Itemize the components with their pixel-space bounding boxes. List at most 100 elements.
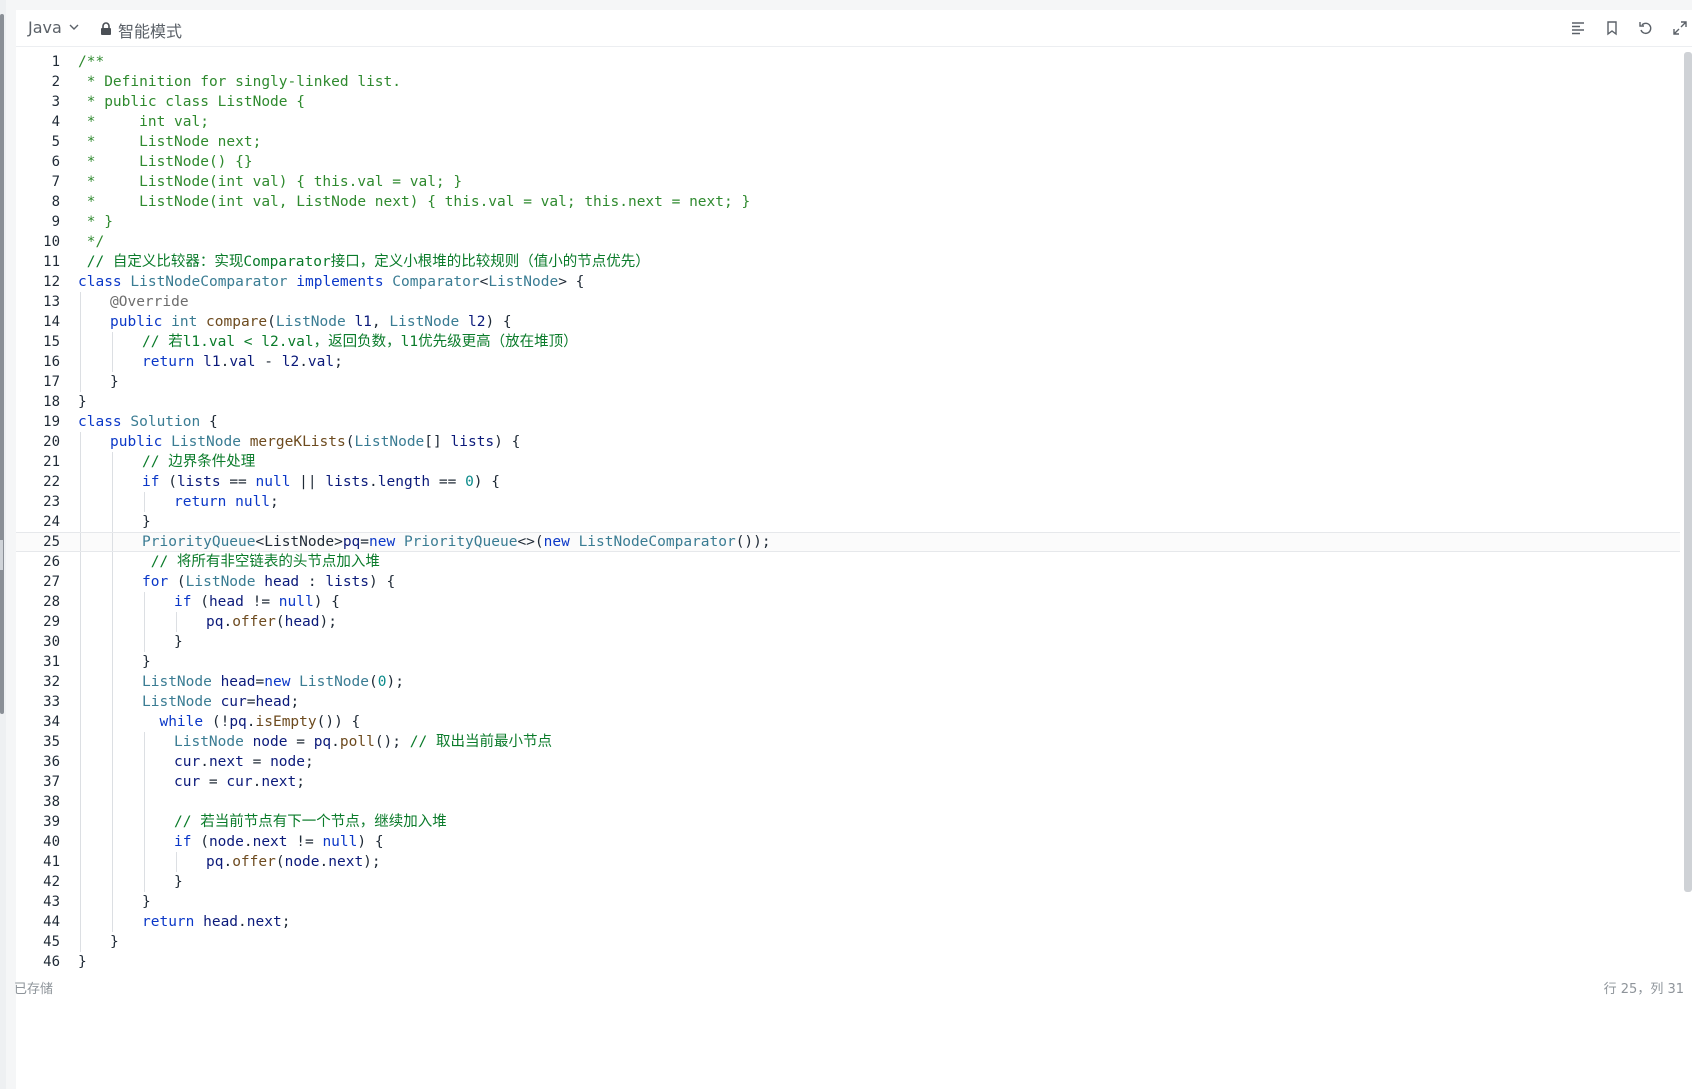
indent-guide (112, 632, 113, 652)
code-line[interactable]: 2 * Definition for singly-linked list. (16, 72, 1680, 92)
code-line[interactable]: 18} (16, 392, 1680, 412)
vertical-scrollbar[interactable] (1684, 52, 1692, 892)
line-number: 42 (43, 874, 60, 890)
code-text: cur = cur.next; (174, 772, 305, 792)
code-line[interactable]: 34 while (!pq.isEmpty()) { (16, 712, 1680, 732)
code-line[interactable]: 31} (16, 652, 1680, 672)
language-selector[interactable]: Java (28, 18, 80, 37)
code-line[interactable]: 44 return head.next; (16, 912, 1680, 932)
indent-guide (112, 652, 113, 672)
left-scrollbar[interactable] (0, 14, 4, 714)
code-line[interactable]: 1 /** (16, 52, 1680, 72)
format-icon[interactable] (1566, 16, 1590, 40)
code-line[interactable]: 23 return null; (16, 492, 1680, 512)
code-line[interactable]: 4 * int val; (16, 112, 1680, 132)
code-token: == (430, 474, 466, 490)
expand-icon[interactable] (1668, 16, 1692, 40)
indent-guide (112, 352, 113, 372)
code-line[interactable]: 15 // 若l1.val < l2.val，返回负数，l1优先级更高（放在堆顶） (16, 332, 1680, 352)
indent-guide (80, 352, 81, 372)
code-line[interactable]: 20 public ListNode mergeKLists(ListNode[]… (16, 432, 1680, 452)
code-text: // 自定义比较器：实现Comparator接口，定义小根堆的比较规则（值小的节… (78, 252, 650, 272)
code-text: * ListNode next; (78, 132, 262, 152)
code-line[interactable]: 32 ListNode head=new ListNode(0); (16, 672, 1680, 692)
code-line[interactable]: 6 * ListNode() {} (16, 152, 1680, 172)
code-text: * } (78, 212, 113, 232)
code-line[interactable]: 25 PriorityQueue<ListNode>pq=new Priority… (16, 532, 1680, 552)
code-token: cur (174, 774, 201, 790)
indent-guide (80, 712, 81, 732)
code-token: * ListNode(int val, ListNode next) { thi… (78, 194, 751, 210)
code-line[interactable]: 7 * ListNode(int val) { this.val = val; … (16, 172, 1680, 192)
undo-icon[interactable] (1634, 16, 1658, 40)
code-line[interactable]: 42} (16, 872, 1680, 892)
code-line[interactable]: 19 class Solution { (16, 412, 1680, 432)
code-area[interactable]: 1 /** 2 * Definition for singly-linked lis… (16, 52, 1680, 972)
code-line[interactable]: 9 * } (16, 212, 1680, 232)
code-line[interactable]: 27 for (ListNode head : lists) { (16, 572, 1680, 592)
code-line[interactable]: 5 * ListNode next; (16, 132, 1680, 152)
code-token: } (78, 394, 87, 410)
code-token: ); (363, 854, 381, 870)
code-token: lists (325, 474, 370, 490)
code-line[interactable]: 29 pq.offer(head); (16, 612, 1680, 632)
code-line[interactable]: 35 ListNode node = pq.poll(); // 取出当前最小节点 (16, 732, 1680, 752)
code-line[interactable]: 28 if (head != null) { (16, 592, 1680, 612)
smart-mode[interactable]: 智能模式 (100, 18, 182, 42)
indent-guide (144, 752, 145, 772)
code-line[interactable]: 41 pq.offer(node.next); (16, 852, 1680, 872)
cursor-position: 行 25，列 31 (1603, 982, 1684, 997)
line-number: 12 (43, 274, 60, 290)
code-token: offer (232, 614, 276, 630)
code-text: } (142, 892, 151, 912)
code-token: next (252, 834, 288, 850)
code-text: * Definition for singly-linked list. (78, 72, 401, 92)
code-token: . (369, 474, 378, 490)
resize-handle[interactable] (0, 540, 3, 570)
code-line[interactable]: 39 // 若当前节点有下一个节点，继续加入堆 (16, 812, 1680, 832)
code-token: ; (281, 914, 291, 930)
code-line[interactable]: 26 // 将所有非空链表的头节点加入堆 (16, 552, 1680, 572)
indent-guide (112, 592, 113, 612)
code-token: = (246, 694, 256, 710)
code-line[interactable]: 21 // 边界条件处理 (16, 452, 1680, 472)
code-line[interactable]: 14 public int compare(ListNode l1, ListNo… (16, 312, 1680, 332)
line-number: 30 (43, 634, 60, 650)
code-line[interactable]: 17} (16, 372, 1680, 392)
line-number: 20 (43, 434, 60, 450)
code-editor[interactable]: Java 智能模式 1/** 2 * Definition for singly… (16, 10, 1692, 1089)
code-line[interactable]: 40 if (node.next != null) { (16, 832, 1680, 852)
code-line[interactable]: 43} (16, 892, 1680, 912)
line-number: 22 (43, 474, 60, 490)
code-line[interactable]: 8 * ListNode(int val, ListNode next) { t… (16, 192, 1680, 212)
code-line[interactable]: 12 class ListNodeComparator implements Co… (16, 272, 1680, 292)
code-text: * int val; (78, 112, 209, 132)
code-line[interactable]: 36 cur.next = node; (16, 752, 1680, 772)
code-token: * int val; (78, 114, 209, 130)
code-line[interactable]: 13 @Override (16, 292, 1680, 312)
indent-guide (144, 812, 145, 832)
code-token: } (174, 874, 183, 890)
indent-guide (112, 752, 113, 772)
code-line[interactable]: 3 * public class ListNode { (16, 92, 1680, 112)
code-line[interactable]: 38 (16, 792, 1680, 812)
code-line[interactable]: 16 return l1.val - l2.val; (16, 352, 1680, 372)
code-line[interactable]: 45} (16, 932, 1680, 952)
bookmark-icon[interactable] (1600, 16, 1624, 40)
code-line[interactable]: 46} (16, 952, 1680, 972)
code-token: ; (304, 754, 314, 770)
code-line[interactable]: 10 */ (16, 232, 1680, 252)
code-text: if (head != null) { (174, 592, 340, 612)
code-line[interactable]: 24} (16, 512, 1680, 532)
code-token: if (174, 834, 201, 850)
code-text: ListNode head=new ListNode(0); (142, 672, 404, 692)
code-token: pq (342, 534, 361, 550)
code-line[interactable]: 22 if (lists == null || lists.length == 0… (16, 472, 1680, 492)
line-number: 23 (43, 494, 60, 510)
code-line[interactable]: 30} (16, 632, 1680, 652)
code-line[interactable]: 37 cur = cur.next; (16, 772, 1680, 792)
code-line[interactable]: 11 // 自定义比较器：实现Comparator接口，定义小根堆的比较规则（值… (16, 252, 1680, 272)
code-text: class ListNodeComparator implements Comp… (78, 272, 584, 292)
indent-guide (112, 852, 113, 872)
code-line[interactable]: 33 ListNode cur=head; (16, 692, 1680, 712)
